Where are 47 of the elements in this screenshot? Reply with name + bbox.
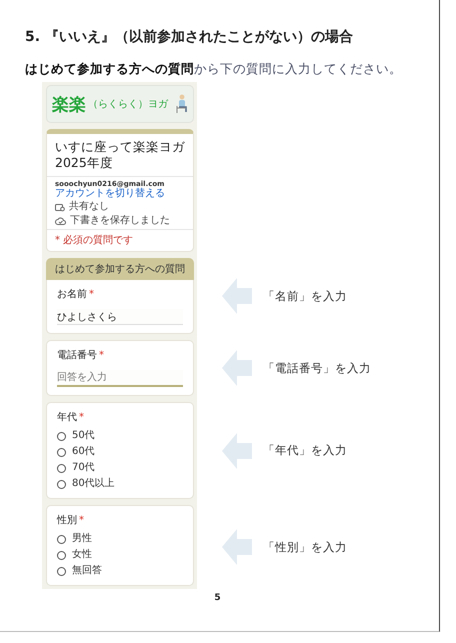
required-mark: * <box>79 412 84 423</box>
option-label: 無回答 <box>72 565 102 577</box>
question-label: 年代 <box>57 412 77 423</box>
logo-title: 楽楽 <box>52 94 86 116</box>
option-label: 70代 <box>72 462 95 474</box>
form-title: 2025年度 <box>55 155 114 172</box>
radio-button[interactable] <box>57 480 66 488</box>
required-mark: * <box>99 350 104 361</box>
switch-account-link[interactable]: アカウントを切り替える <box>55 188 185 200</box>
share-icon <box>55 202 65 212</box>
question-label: 性別 <box>57 515 77 526</box>
draft-status: 下書きを保存しました <box>70 214 170 227</box>
option-label: 女性 <box>72 549 92 561</box>
option-label: 60代 <box>72 446 95 458</box>
page-number: 5 <box>213 593 222 603</box>
radio-button[interactable] <box>57 448 66 456</box>
callout-text: 「性別」を入力 <box>263 540 347 554</box>
callout-text: 「名前」を入力 <box>263 288 347 304</box>
radio-button[interactable] <box>57 566 66 576</box>
left-arrow-icon <box>222 350 252 386</box>
question-label: 電話番号 <box>57 350 97 361</box>
radio-button[interactable] <box>57 534 66 544</box>
question-label: お名前 <box>57 289 87 300</box>
radio-button[interactable] <box>57 550 66 560</box>
logo-subtitle: （らくらく）ヨガ <box>88 98 168 111</box>
input-field[interactable]: 回答を入力 <box>57 370 183 387</box>
option-label: 50代 <box>72 430 95 442</box>
option-label: 男性 <box>72 533 92 545</box>
input-field[interactable]: ひよしさくら <box>57 309 183 325</box>
left-arrow-icon <box>222 529 252 565</box>
cloud-check-icon <box>55 216 66 225</box>
radio-button[interactable] <box>57 464 66 472</box>
seated-figure-icon <box>175 94 189 114</box>
section-header: はじめて参加する方への質問 <box>46 258 194 280</box>
callout-text: 「電話番号」を入力 <box>263 360 371 376</box>
required-mark: * <box>89 289 94 300</box>
required-note: * 必須の質問です <box>47 229 193 251</box>
radio-button[interactable] <box>57 432 66 440</box>
callout-text: 「年代」を入力 <box>263 443 347 458</box>
left-arrow-icon <box>222 278 252 314</box>
option-label: 80代以上 <box>72 478 115 490</box>
required-mark: * <box>79 515 84 526</box>
left-arrow-icon <box>222 432 252 468</box>
instruction-text: はじめて参加する方への質問から下の質問に入力してください。 <box>25 61 403 78</box>
heading: 5. 『いいえ』（以前参加されたことがない）の場合 <box>25 28 354 46</box>
sharing-status: 共有なし <box>69 201 109 214</box>
form-title: いすに座って楽楽ヨガ <box>55 139 185 156</box>
